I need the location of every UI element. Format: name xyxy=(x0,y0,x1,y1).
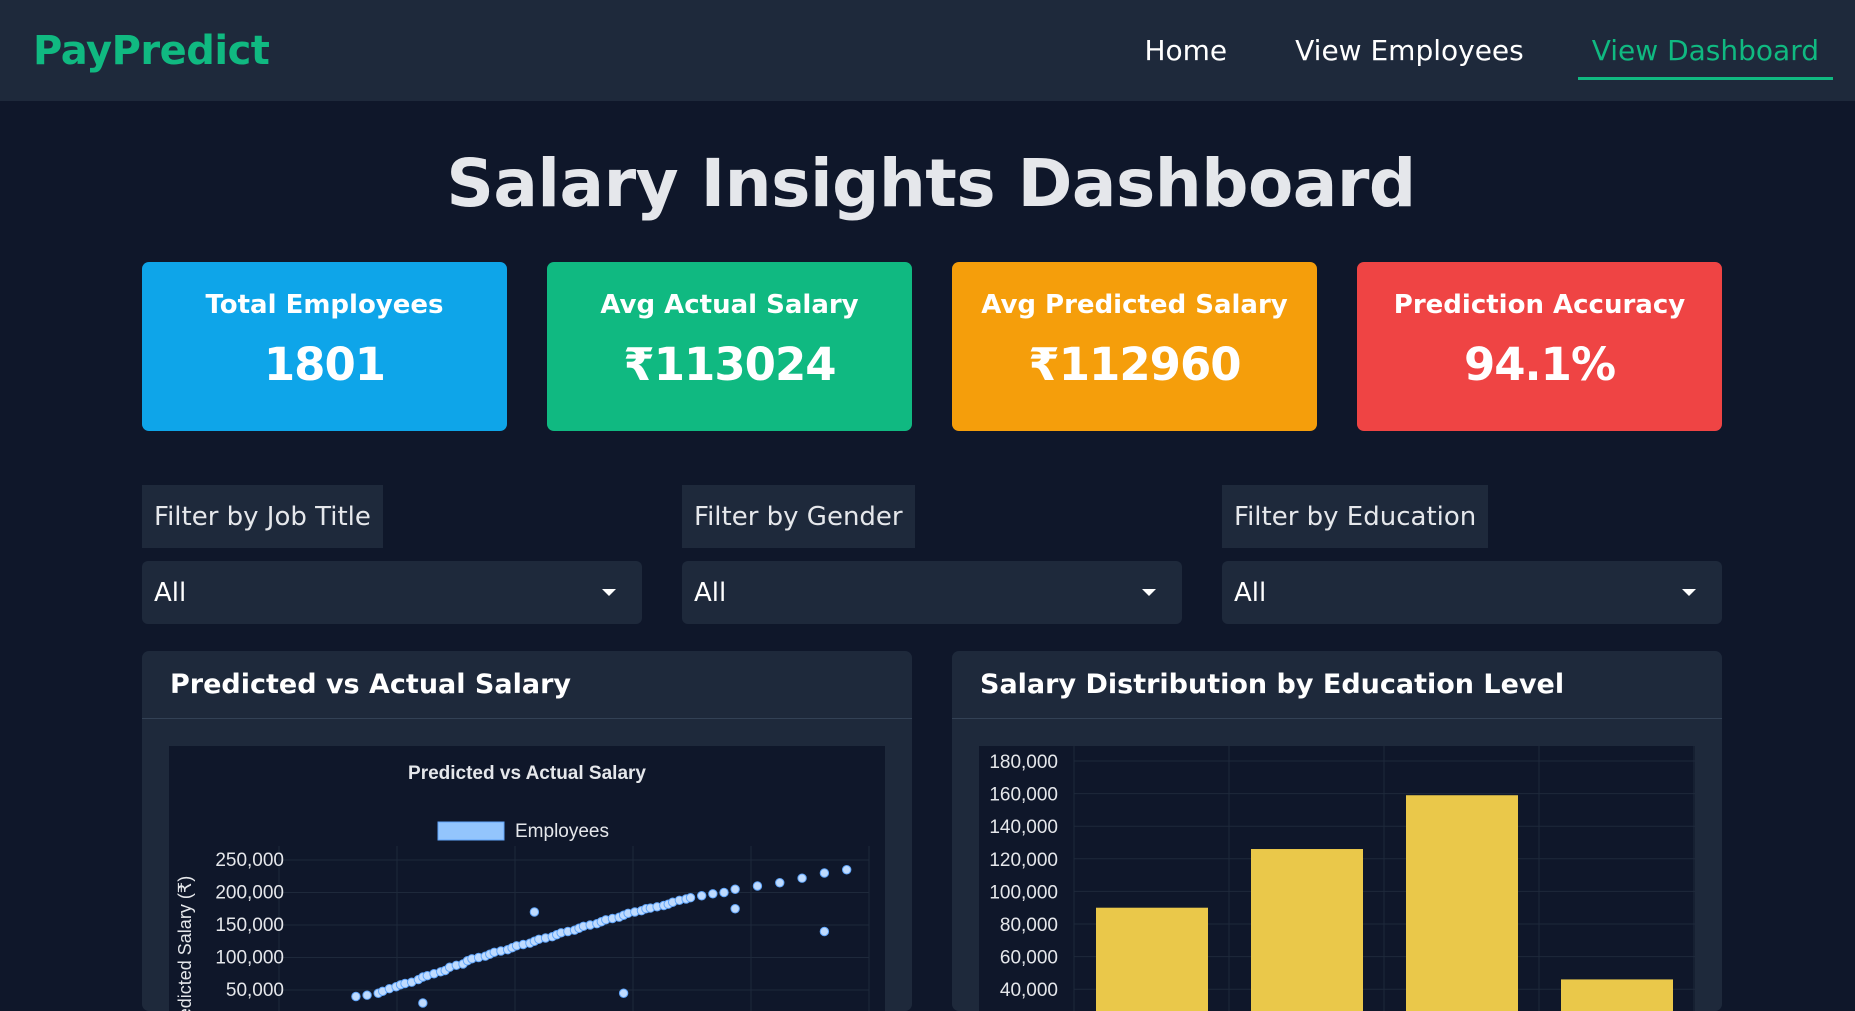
chart-title: Predicted vs Actual Salary xyxy=(408,763,646,784)
y-axis-label: Predicted Salary (₹) xyxy=(175,876,195,1011)
scatter-point xyxy=(351,991,361,1002)
filter-label-gender: Filter by Gender xyxy=(682,485,915,548)
bar[interactable] xyxy=(1251,849,1363,1011)
panel-salary-by-education: Salary Distribution by Education Level 1… xyxy=(952,651,1722,1011)
y-tick-label: 200,000 xyxy=(215,883,284,904)
scatter-point xyxy=(529,907,540,917)
y-tick-label: 100,000 xyxy=(215,948,284,969)
legend-swatch xyxy=(437,821,505,841)
stat-card-avg-actual-salary: Avg Actual Salary ₹113024 xyxy=(547,262,912,431)
stat-label: Avg Actual Salary xyxy=(600,290,859,320)
filter-label-education: Filter by Education xyxy=(1222,485,1489,548)
filter-value: All xyxy=(154,577,187,608)
y-tick-label: 160,000 xyxy=(989,785,1058,806)
navbar: PayPredict Home View Employees View Dash… xyxy=(0,0,1855,101)
panel-predicted-vs-actual: Predicted vs Actual Salary Predicted vs … xyxy=(142,651,912,1011)
scatter-point xyxy=(719,887,729,898)
nav-link-view-employees[interactable]: View Employees xyxy=(1281,34,1538,80)
stat-label: Total Employees xyxy=(205,290,444,320)
scatter-point xyxy=(730,884,740,894)
scatter-chart: Predicted vs Actual Salary Employees 250… xyxy=(175,763,870,1011)
filter-label-job-title: Filter by Job Title xyxy=(142,485,383,548)
panel-title: Predicted vs Actual Salary xyxy=(142,651,912,719)
stat-label: Prediction Accuracy xyxy=(1393,290,1686,320)
bar-chart: 180,000 160,000 140,000 120,000 100,000 80,00… xyxy=(989,746,1695,1011)
y-tick-label: 50,000 xyxy=(226,980,284,1001)
stat-label: Avg Predicted Salary xyxy=(981,290,1288,320)
bar[interactable] xyxy=(1406,795,1518,1011)
y-tick-label: 250,000 xyxy=(215,850,284,871)
scatter-point xyxy=(819,868,830,878)
stat-value: 1801 xyxy=(263,338,386,391)
filter-select-job-title[interactable]: All xyxy=(142,561,642,624)
filter-value: All xyxy=(694,577,727,608)
y-tick-label: 100,000 xyxy=(989,882,1058,903)
y-tick-label: 40,000 xyxy=(1000,980,1058,1001)
scatter-point xyxy=(730,904,740,914)
scatter-point xyxy=(618,988,629,998)
chevron-down-icon xyxy=(1682,589,1696,596)
bar[interactable] xyxy=(1096,907,1208,1011)
nav-link-view-dashboard[interactable]: View Dashboard xyxy=(1577,34,1833,80)
page-title: Salary Insights Dashboard xyxy=(446,145,1416,222)
scatter-point xyxy=(797,873,807,883)
y-tick-label: 120,000 xyxy=(989,850,1058,871)
stat-card-total-employees: Total Employees 1801 xyxy=(142,262,507,431)
stat-card-avg-predicted-salary: Avg Predicted Salary ₹112960 xyxy=(952,262,1317,431)
bar-chart-area: 180,000 160,000 140,000 120,000 100,000 80,00… xyxy=(979,746,1695,1011)
bar[interactable] xyxy=(1561,979,1673,1011)
nav-links: Home View Employees View Dashboard xyxy=(1130,0,1833,101)
y-tick-label: 140,000 xyxy=(989,817,1058,838)
brand-logo[interactable]: PayPredict xyxy=(33,28,270,74)
y-tick-label: 180,000 xyxy=(989,752,1058,773)
stat-value: ₹113024 xyxy=(623,338,836,391)
filter-value: All xyxy=(1234,577,1267,608)
stat-value: 94.1% xyxy=(1463,338,1616,391)
nav-link-home[interactable]: Home xyxy=(1130,34,1241,80)
scatter-point xyxy=(708,889,718,899)
scatter-point xyxy=(362,990,372,1000)
scatter-point xyxy=(696,891,707,901)
stat-card-prediction-accuracy: Prediction Accuracy 94.1% xyxy=(1357,262,1722,431)
legend-label-employees[interactable]: Employees xyxy=(515,821,609,842)
stat-value: ₹112960 xyxy=(1028,338,1241,391)
scatter-point xyxy=(418,998,428,1008)
chevron-down-icon xyxy=(602,589,616,596)
scatter-chart-area: Predicted vs Actual Salary Employees 250… xyxy=(169,746,885,1011)
scatter-point xyxy=(775,878,785,888)
scatter-point xyxy=(752,881,763,891)
filter-select-gender[interactable]: All xyxy=(682,561,1182,624)
chevron-down-icon xyxy=(1142,589,1156,596)
y-tick-label: 150,000 xyxy=(215,915,284,936)
panel-title: Salary Distribution by Education Level xyxy=(952,651,1722,719)
scatter-point xyxy=(685,893,696,903)
y-tick-label: 80,000 xyxy=(1000,915,1058,936)
scatter-point xyxy=(841,865,852,875)
y-tick-label: 60,000 xyxy=(1000,948,1058,969)
scatter-point xyxy=(819,926,830,937)
filter-select-education[interactable]: All xyxy=(1222,561,1722,624)
